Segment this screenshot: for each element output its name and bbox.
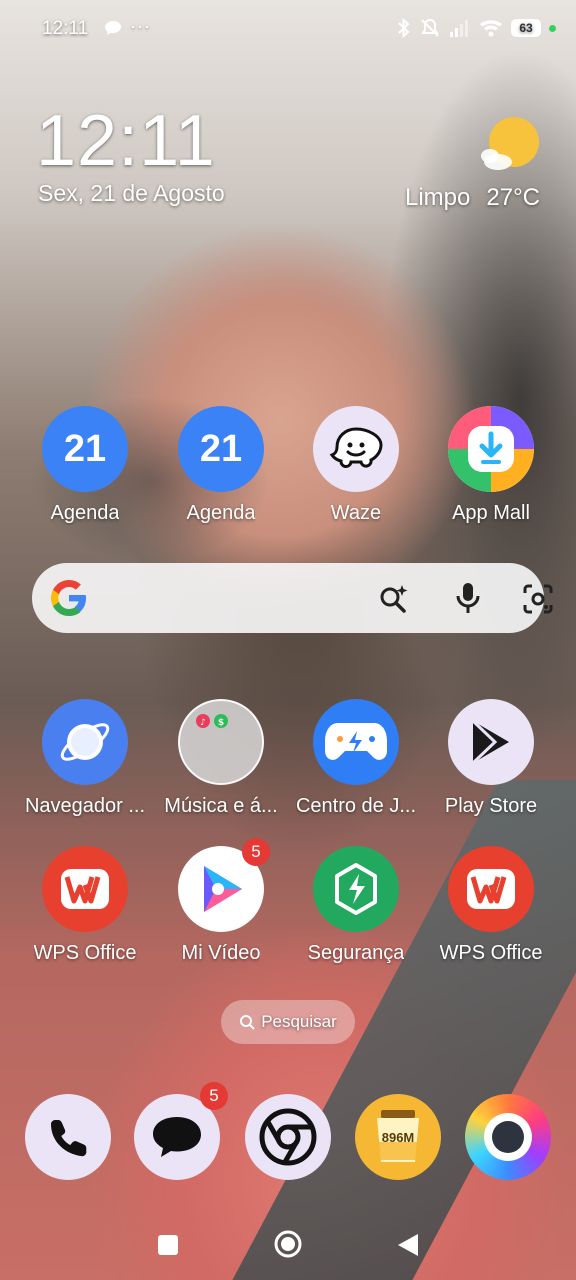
clock-time[interactable]: 12:11 <box>36 100 216 182</box>
app-mall-icon <box>448 406 534 492</box>
app-label: Agenda <box>186 502 256 524</box>
notification-badge: 5 <box>242 838 270 866</box>
google-lens-icon[interactable] <box>522 583 554 615</box>
dock-browser[interactable] <box>465 1094 551 1180</box>
folder-icon: ♪ $ <box>178 699 264 785</box>
bluetooth-icon <box>398 18 410 38</box>
app-wps-office-2[interactable]: WPS Office <box>423 846 559 976</box>
status-time: 12:11 <box>42 18 89 39</box>
wps-office-icon <box>448 846 534 932</box>
google-logo-icon <box>51 580 86 616</box>
status-icons: 63 <box>397 16 556 40</box>
security-icon <box>313 846 399 932</box>
app-label: Navegador ... <box>24 795 146 817</box>
svg-text:♪: ♪ <box>200 718 206 728</box>
signal-icon <box>450 20 468 37</box>
browser-ring-icon <box>484 1113 532 1161</box>
messages-icon <box>153 1117 201 1157</box>
recents-button[interactable] <box>158 1235 178 1255</box>
calendar-icon: 21 <box>178 406 264 492</box>
app-label: Agenda <box>50 502 120 524</box>
weather-temperature: 27°C <box>486 184 540 211</box>
calendar-day: 21 <box>63 427 107 470</box>
app-waze[interactable]: Waze <box>288 406 424 536</box>
calendar-icon: 21 <box>42 406 128 492</box>
home-button[interactable] <box>273 1229 303 1259</box>
dock-phone[interactable] <box>25 1094 111 1180</box>
svg-text:$: $ <box>218 718 224 728</box>
dock-cleaner[interactable]: 896M <box>355 1094 441 1180</box>
weather-sunny-icon[interactable] <box>480 116 542 178</box>
battery-icon: 63 <box>511 19 541 37</box>
wps-office-icon <box>42 846 128 932</box>
app-mi-video[interactable]: 5 Mi Vídeo <box>153 838 289 976</box>
microphone-icon[interactable] <box>452 581 484 615</box>
waze-icon <box>313 406 399 492</box>
app-label: WPS Office <box>439 942 543 964</box>
app-label: Waze <box>330 502 382 524</box>
clock-date[interactable]: Sex, 21 de Agosto <box>38 180 225 207</box>
weather-summary[interactable]: Limpo 27°C <box>405 184 540 212</box>
dock-chrome[interactable] <box>245 1094 331 1180</box>
mi-video-icon: 5 <box>178 838 270 932</box>
app-play-store[interactable]: Play Store <box>423 699 559 829</box>
muted-bell-icon <box>421 18 439 37</box>
app-app-mall[interactable]: App Mall <box>423 406 559 536</box>
chrome-icon <box>259 1108 317 1166</box>
wifi-icon <box>480 20 502 37</box>
app-label: Mi Vídeo <box>181 942 261 964</box>
app-wps-office-1[interactable]: WPS Office <box>17 846 153 976</box>
app-label: Centro de J... <box>295 795 417 817</box>
google-search-bar[interactable] <box>32 563 553 633</box>
app-label: Play Store <box>444 795 538 817</box>
browser-icon <box>42 699 128 785</box>
app-label: Segurança <box>307 942 405 964</box>
app-label: WPS Office <box>33 942 137 964</box>
weather-condition: Limpo <box>405 184 471 211</box>
app-agenda-1[interactable]: 21 Agenda <box>17 406 153 536</box>
app-navegador[interactable]: Navegador ... <box>17 699 153 829</box>
privacy-indicator <box>549 24 556 32</box>
app-folder-musica[interactable]: ♪ $ Música e á... <box>153 699 289 829</box>
chat-notification-icon <box>105 21 121 35</box>
more-notifications-icon: ··· <box>130 16 151 36</box>
ai-search-icon[interactable] <box>378 583 410 615</box>
app-agenda-2[interactable]: 21 Agenda <box>153 406 289 536</box>
calendar-day: 21 <box>199 427 243 470</box>
app-label: App Mall <box>452 502 530 524</box>
storage-label: 896M <box>381 1130 415 1145</box>
search-icon <box>240 1015 255 1030</box>
app-centro-de-jogos[interactable]: Centro de J... <box>288 699 424 829</box>
app-search-label: Pesquisar <box>261 1012 337 1031</box>
phone-icon <box>51 1120 87 1157</box>
status-bar: 12:11 ··· 63 <box>0 0 576 56</box>
notification-badge: 5 <box>200 1082 228 1110</box>
dock-messages[interactable]: 5 <box>134 1082 228 1180</box>
app-label: Música e á... <box>164 795 278 817</box>
game-center-icon <box>313 699 399 785</box>
app-search-button[interactable]: Pesquisar <box>221 1000 355 1044</box>
back-button[interactable] <box>396 1232 420 1258</box>
app-seguranca[interactable]: Segurança <box>288 846 424 976</box>
play-store-icon <box>448 699 534 785</box>
